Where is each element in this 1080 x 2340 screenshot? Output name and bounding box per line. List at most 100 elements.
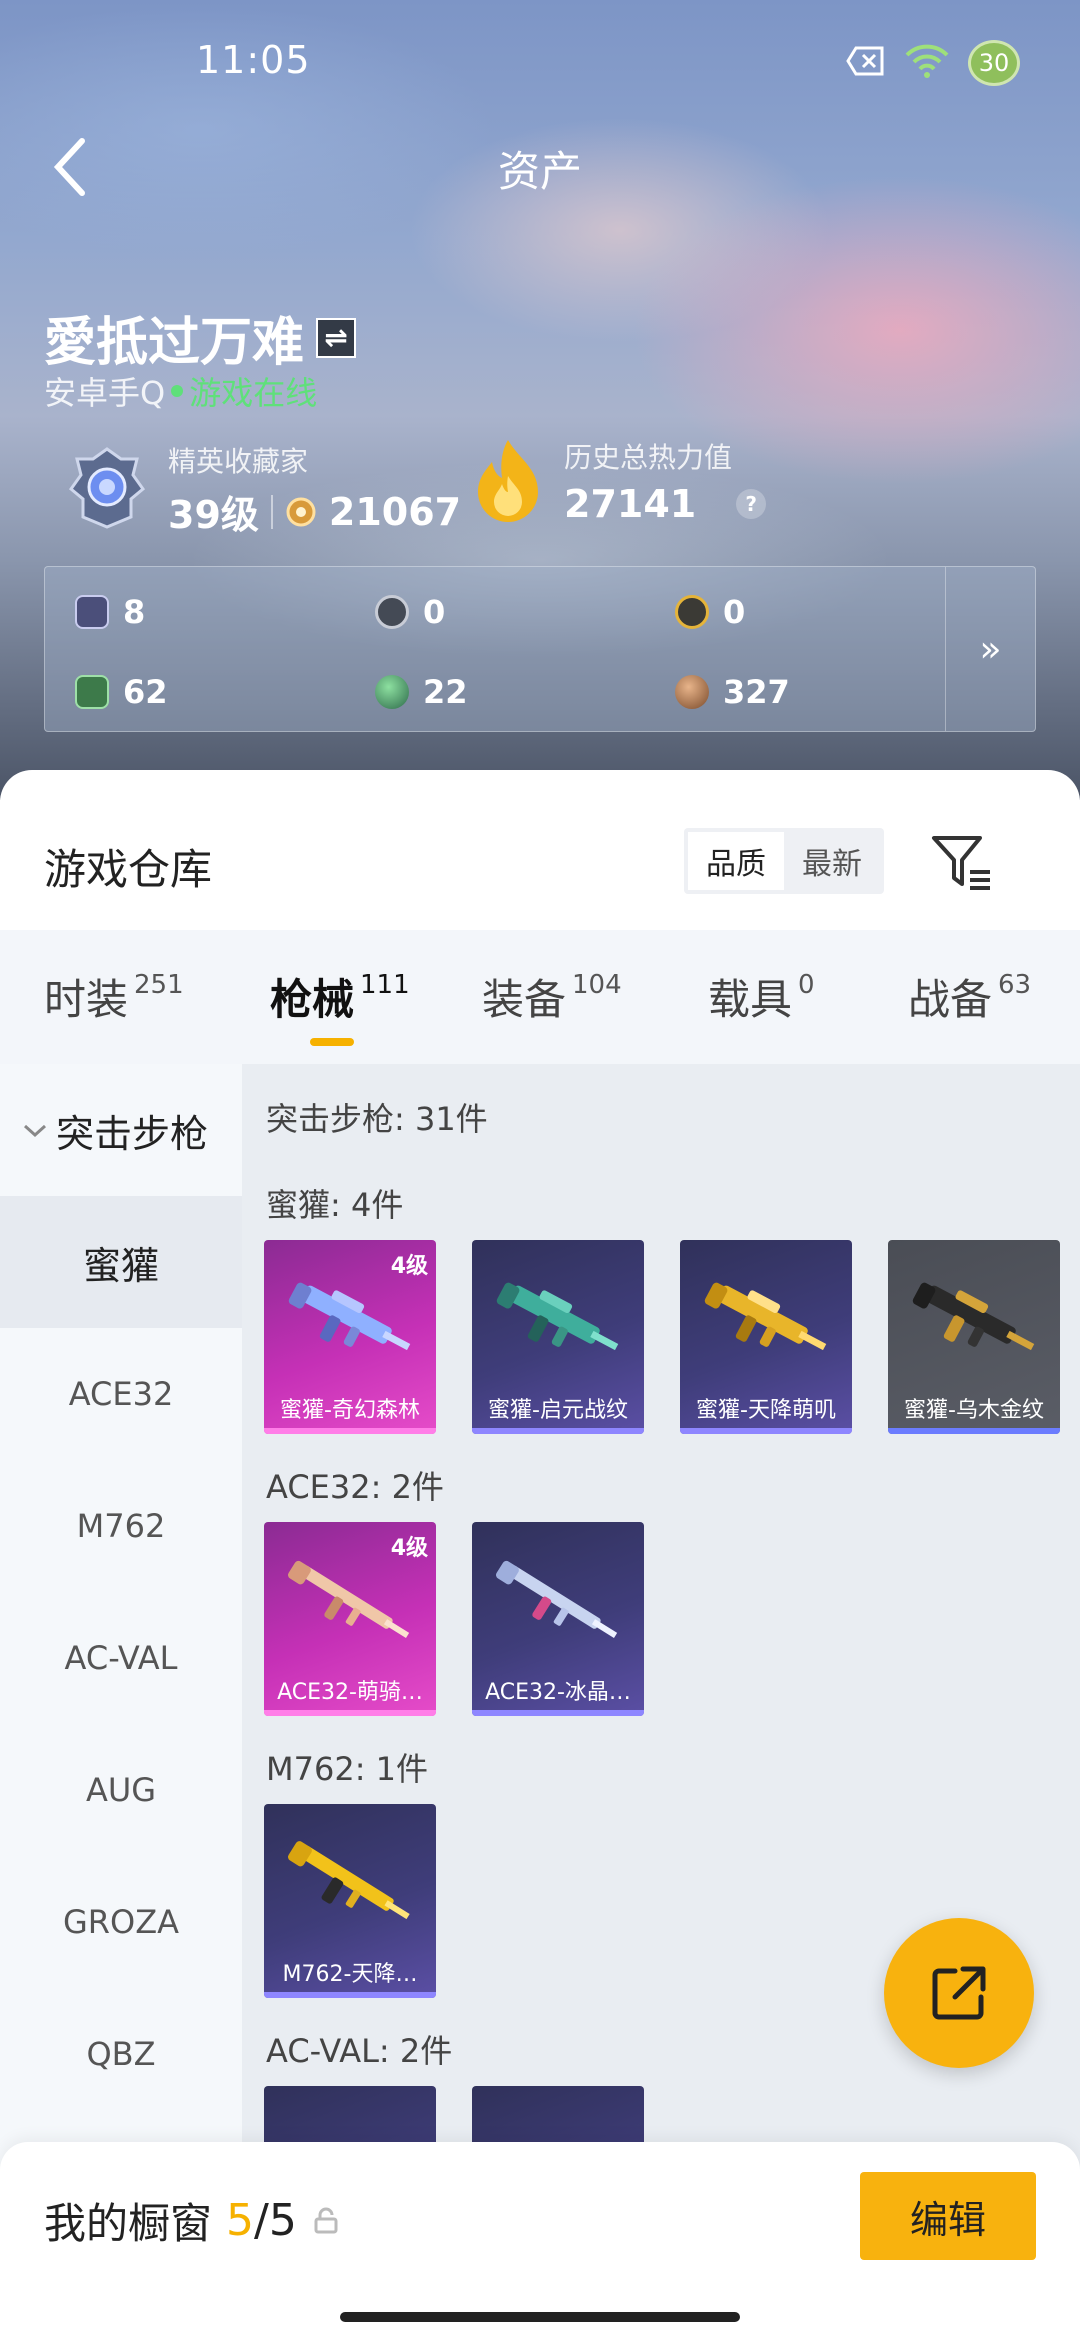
rifle-icon bbox=[912, 1282, 1035, 1351]
status-bar: 11:05 30 bbox=[0, 0, 1080, 124]
sort-latest-button[interactable]: 最新 bbox=[784, 832, 880, 890]
switch-account-icon[interactable]: ⇌ bbox=[316, 317, 357, 358]
stat-item: 0 bbox=[375, 593, 445, 631]
tab-equipment[interactable]: 装备 104 bbox=[482, 966, 622, 1027]
flame-icon bbox=[478, 440, 538, 522]
warehouse-title: 游戏仓库 bbox=[44, 845, 213, 894]
weapon-name: ACE32-萌骑… bbox=[277, 1680, 423, 1705]
group-title: AC-VAL: 2件 bbox=[266, 2032, 453, 2070]
tab-vehicles[interactable]: 载具 0 bbox=[708, 966, 815, 1027]
sidebar-item-m762[interactable]: M762 bbox=[0, 1460, 242, 1592]
rank-block[interactable]: 精英收藏家 39级 21067 bbox=[64, 440, 461, 539]
sidebar-item-groza[interactable]: GROZA bbox=[0, 1856, 242, 1988]
collection-points: 21067 bbox=[328, 489, 462, 534]
rifle-icon bbox=[288, 1282, 411, 1351]
weapon-card[interactable]: 4级 ACE32-萌骑… bbox=[264, 1522, 436, 1716]
tab-guns[interactable]: 枪械 111 bbox=[270, 966, 410, 1027]
sidebar-item-ac-val[interactable]: AC-VAL bbox=[0, 1592, 242, 1724]
sort-quality-button[interactable]: 品质 bbox=[688, 832, 784, 890]
weapon-card[interactable]: M762-天降… bbox=[264, 1804, 436, 1998]
warehouse-header: 游戏仓库 品质 最新 bbox=[0, 770, 1080, 930]
edit-button[interactable]: 编辑 bbox=[860, 2172, 1036, 2260]
rank-title: 精英收藏家 bbox=[168, 445, 309, 478]
rifle-icon bbox=[288, 1560, 410, 1638]
sidebar-item-honey-badger[interactable]: 蜜獾 bbox=[0, 1196, 242, 1328]
group-title: 蜜獾: 4件 bbox=[266, 1186, 404, 1224]
status-time: 11:05 bbox=[196, 38, 311, 82]
stat-value: 0 bbox=[423, 593, 446, 631]
rifle-icon bbox=[288, 1841, 410, 1920]
page-title: 资产 bbox=[497, 147, 582, 196]
rarity-bar bbox=[680, 1428, 852, 1434]
heat-value: 27141 bbox=[564, 482, 697, 526]
weapon-card[interactable]: 4级 蜜獾-奇幻森林 bbox=[264, 1240, 436, 1434]
home-indicator bbox=[340, 2312, 740, 2322]
weapon-name: 蜜獾-天降萌叽 bbox=[696, 1398, 836, 1423]
rarity-bar bbox=[472, 1428, 644, 1434]
stat-value: 62 bbox=[123, 673, 168, 711]
stat-item: 8 bbox=[75, 593, 145, 631]
category-summary: 突击步枪: 31件 bbox=[266, 1100, 488, 1138]
showcase-count: 5/5 bbox=[226, 2195, 297, 2246]
sim-off-icon bbox=[846, 46, 886, 80]
online-text: 游戏在线 bbox=[189, 374, 318, 412]
weapon-card[interactable]: 蜜獾-天降萌叽 bbox=[680, 1240, 852, 1434]
stat-item: 62 bbox=[75, 673, 168, 711]
green-orb-icon bbox=[375, 675, 409, 709]
rarity-bar bbox=[264, 1710, 436, 1716]
weapon-card[interactable]: 蜜獾-乌木金纹 bbox=[888, 1240, 1060, 1434]
help-icon[interactable]: ? bbox=[736, 489, 767, 519]
rifle-icon bbox=[496, 1560, 618, 1638]
tab-fashion[interactable]: 时装 251 bbox=[44, 966, 184, 1027]
wifi-icon bbox=[904, 43, 950, 83]
coin-gold-icon bbox=[675, 595, 709, 629]
card-icon bbox=[75, 595, 109, 629]
showcase-label: 我的橱窗 bbox=[44, 2199, 213, 2248]
player-level: 39级 bbox=[168, 493, 259, 537]
rarity-bar bbox=[472, 1710, 644, 1716]
share-external-icon bbox=[932, 1966, 986, 2020]
sidebar-category-label: 突击步枪 bbox=[56, 1111, 209, 1156]
rarity-bar bbox=[264, 1992, 436, 1998]
sidebar-category[interactable]: 突击步枪 bbox=[0, 1064, 242, 1196]
stat-item: 22 bbox=[375, 673, 468, 711]
stat-item: 0 bbox=[675, 593, 745, 631]
weapon-card[interactable]: 蜜獾-启元战纹 bbox=[472, 1240, 644, 1434]
sidebar-item-aug[interactable]: AUG bbox=[0, 1724, 242, 1856]
tab-underline bbox=[310, 1038, 354, 1046]
filter-icon bbox=[932, 836, 990, 890]
username: 愛抵过万难 bbox=[44, 313, 305, 373]
coin-silver-icon bbox=[375, 595, 409, 629]
category-tabs: 时装 251 枪械 111 装备 104 载具 0 战备 63 bbox=[0, 930, 1080, 1064]
online-dot-icon bbox=[171, 385, 184, 397]
weapon-name: 蜜獾-奇幻森林 bbox=[280, 1398, 420, 1423]
username-row: 愛抵过万难 ⇌ bbox=[44, 300, 357, 375]
stat-value: 8 bbox=[123, 593, 146, 631]
rarity-bar bbox=[264, 1428, 436, 1434]
group-title: M762: 1件 bbox=[266, 1750, 429, 1788]
stats-expand-button[interactable]: » bbox=[945, 567, 1035, 731]
battery-icon: 30 bbox=[968, 40, 1020, 86]
weapon-card[interactable]: ACE32-冰晶… bbox=[472, 1522, 644, 1716]
sort-toggle: 品质 最新 bbox=[684, 828, 884, 894]
filter-button[interactable] bbox=[930, 832, 994, 892]
share-button[interactable] bbox=[884, 1918, 1034, 2068]
stats-panel[interactable]: 8 0 0 62 22 327 » bbox=[44, 566, 1036, 732]
online-status: 游戏在线 bbox=[171, 368, 317, 414]
rarity-bar bbox=[888, 1428, 1060, 1434]
collection-badge-icon bbox=[286, 497, 316, 526]
rifle-icon bbox=[496, 1282, 619, 1351]
platform-label: 安卓手Q bbox=[44, 374, 166, 412]
heat-block[interactable]: 历史总热力值 27141 ? bbox=[470, 436, 767, 526]
stat-item: 327 bbox=[675, 673, 790, 711]
sidebar-item-qbz[interactable]: QBZ bbox=[0, 1988, 242, 2120]
nav-bar: 资产 bbox=[0, 124, 1080, 208]
stat-value: 0 bbox=[723, 593, 746, 631]
platform-row: 安卓手Q 游戏在线 bbox=[44, 368, 317, 414]
tab-gear[interactable]: 战备 63 bbox=[908, 966, 1031, 1027]
lock-icon bbox=[314, 2207, 338, 2233]
showcase-bar: 我的橱窗 5/5 编辑 bbox=[0, 2142, 1080, 2340]
group-title: ACE32: 2件 bbox=[266, 1468, 444, 1506]
divider bbox=[270, 494, 273, 529]
sidebar-item-ace32[interactable]: ACE32 bbox=[0, 1328, 242, 1460]
